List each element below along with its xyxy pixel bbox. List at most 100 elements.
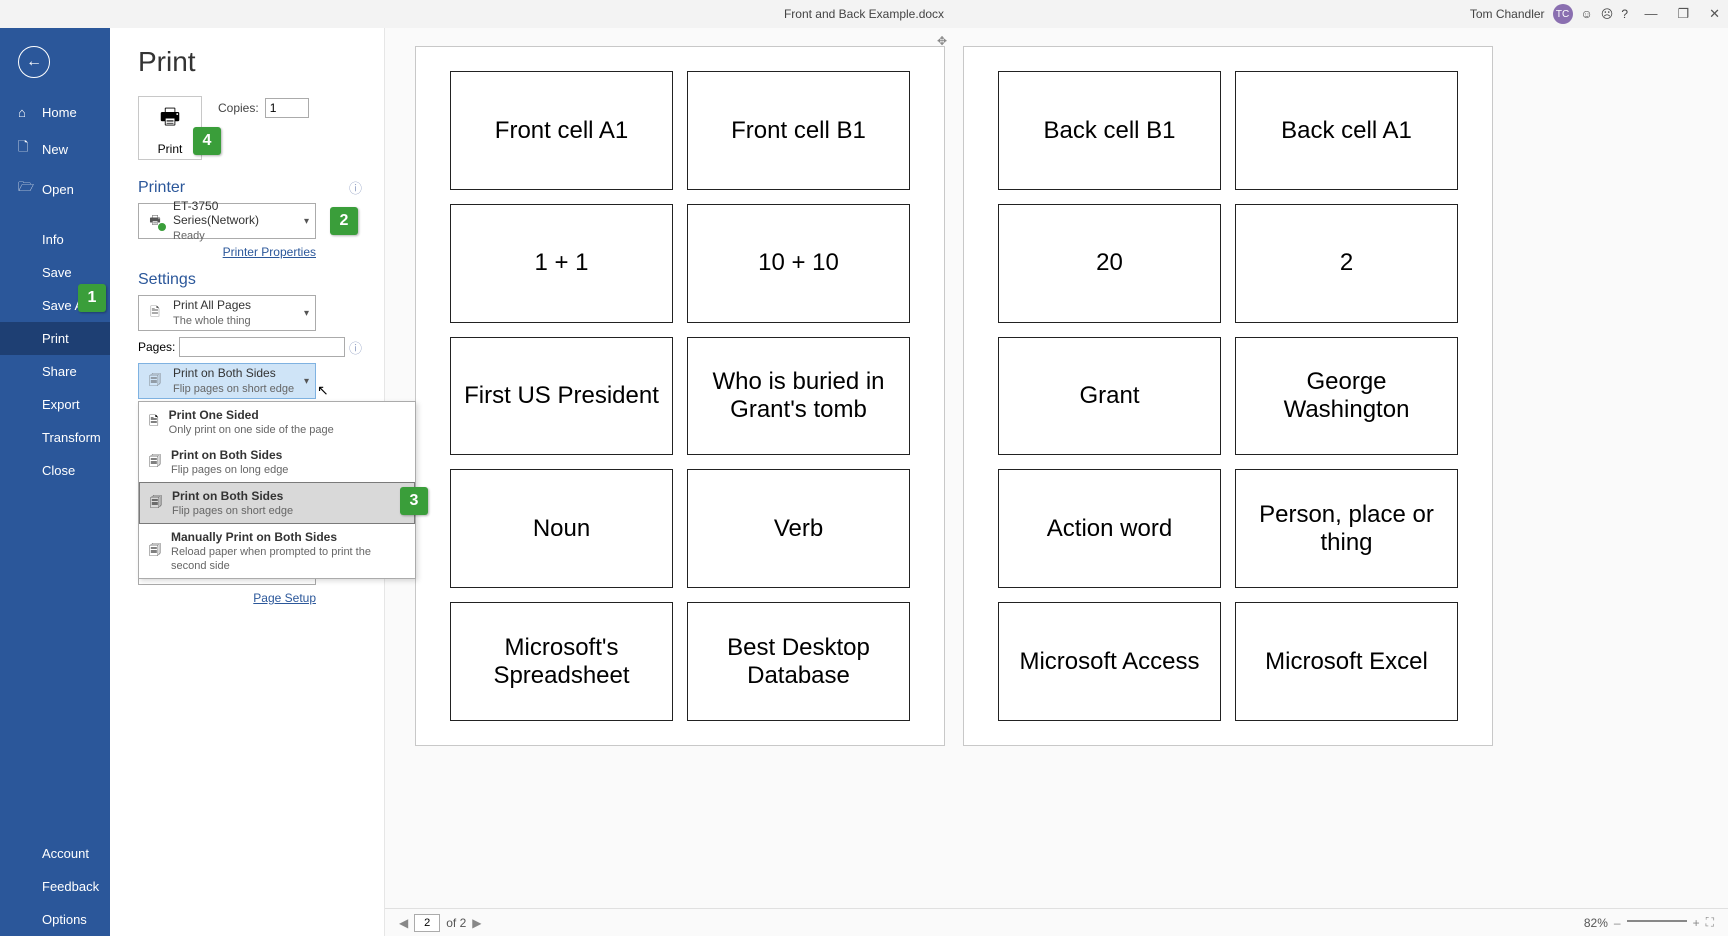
cell: 20 (998, 204, 1221, 323)
print-scope-dropdown[interactable]: 🗎 Print All PagesThe whole thing ▾ (138, 295, 316, 331)
status-bar: ◀ of 2 ▶ 82% – + ⛶ (385, 908, 1728, 936)
cell: Front cell B1 (687, 71, 910, 190)
sidebar-item-close[interactable]: Close (0, 454, 110, 487)
cell: First US President (450, 337, 673, 456)
settings-heading: Settings (138, 271, 362, 289)
avatar[interactable]: TC (1553, 4, 1573, 24)
sidebar-item-print[interactable]: Print (0, 322, 110, 355)
home-icon: ⌂ (18, 105, 34, 120)
cell: Microsoft Access (998, 602, 1221, 721)
sidebar-item-options[interactable]: Options (0, 903, 110, 936)
print-button[interactable]: 🖶 Print 4 (138, 96, 202, 160)
cell: 2 (1235, 204, 1458, 323)
page-total: of 2 (446, 916, 466, 930)
face-icon[interactable]: ☺ (1581, 7, 1593, 21)
printer-heading: Printer ⓘ (138, 178, 362, 197)
title-bar: Front and Back Example.docx Tom Chandler… (0, 0, 1728, 28)
help-icon[interactable]: ? (1621, 7, 1628, 21)
duplex-icon: 🗐 (149, 541, 161, 562)
copies-field: Copies: (218, 98, 309, 118)
cell: Action word (998, 469, 1221, 588)
sidebar-item-open[interactable]: 🗁Open (0, 169, 110, 209)
cell: Noun (450, 469, 673, 588)
option-both-long[interactable]: 🗐 Print on Both SidesFlip pages on long … (139, 442, 415, 482)
cell: Who is buried in Grant's tomb (687, 337, 910, 456)
sidebar-item-account[interactable]: Account (0, 837, 110, 870)
preview-page-2: Back cell B1Back cell A1 202 GrantGeorge… (963, 46, 1493, 746)
cell: Back cell A1 (1235, 71, 1458, 190)
user-name: Tom Chandler (1470, 7, 1545, 21)
document-name: Front and Back Example.docx (784, 7, 944, 21)
duplex-dropdown[interactable]: 🗐 Print on Both SidesFlip pages on short… (138, 363, 316, 399)
sidebar-item-info[interactable]: Info (0, 223, 110, 256)
close-icon[interactable]: ✕ (1709, 6, 1720, 22)
cell: Best Desktop Database (687, 602, 910, 721)
zoom-level: 82% (1584, 916, 1608, 930)
pages-input[interactable] (179, 337, 345, 357)
printer-dropdown[interactable]: 🖶 ET-3750 Series(Network)Ready ▾ (138, 203, 316, 239)
page-title: Print (138, 46, 362, 78)
page-setup-link[interactable]: Page Setup (253, 591, 316, 605)
cursor-icon: ↖ (317, 382, 329, 399)
cell: Verb (687, 469, 910, 588)
preview-page-1: Front cell A1Front cell B1 1 + 110 + 10 … (415, 46, 945, 746)
backstage-sidebar: ← ⌂Home 🗋New 🗁Open Info Save Save As Pri… (0, 28, 110, 936)
option-manual-both[interactable]: 🗐 Manually Print on Both SidesReload pap… (139, 524, 415, 578)
cell: Microsoft's Spreadsheet (450, 602, 673, 721)
sidebar-item-share[interactable]: Share (0, 355, 110, 388)
printer-icon: 🖶 (160, 100, 181, 138)
sidebar-item-home[interactable]: ⌂Home (0, 96, 110, 129)
printer-properties-link[interactable]: Printer Properties (223, 245, 316, 259)
copies-input[interactable] (265, 98, 309, 118)
back-button[interactable]: ← (18, 46, 50, 78)
minimize-icon[interactable]: — (1644, 6, 1657, 22)
print-preview: ✥ Front cell A1Front cell B1 1 + 110 + 1… (385, 28, 1728, 936)
duplex-popup: 🗎 Print One SidedOnly print on one side … (138, 401, 416, 579)
cell: Front cell A1 (450, 71, 673, 190)
prev-page-button[interactable]: ◀ (399, 916, 408, 930)
duplex-icon: 🗐 (145, 371, 165, 391)
pages-field: Pages: ⓘ (138, 337, 362, 357)
open-icon: 🗁 (18, 178, 34, 200)
user-area: Tom Chandler TC ☺ ☹ ? (1470, 4, 1628, 24)
sidebar-item-transform[interactable]: Transform (0, 421, 110, 454)
chevron-down-icon: ▾ (304, 308, 309, 319)
cell: 1 + 1 (450, 204, 673, 323)
sidebar-item-feedback[interactable]: Feedback (0, 870, 110, 903)
cell: George Washington (1235, 337, 1458, 456)
duplex-icon: 🗐 (149, 452, 161, 473)
cell: Person, place or thing (1235, 469, 1458, 588)
cell: 10 + 10 (687, 204, 910, 323)
window-controls: — ❐ ✕ (1644, 6, 1720, 22)
zoom-out-button[interactable]: – (1614, 916, 1621, 930)
printer-status-icon: 🖶 (145, 211, 165, 231)
page-icon: 🗎 (145, 303, 165, 323)
info-icon[interactable]: ⓘ (349, 178, 362, 197)
feedback-icon[interactable]: ☹ (1601, 7, 1614, 21)
zoom-in-button[interactable]: + (1693, 916, 1700, 930)
option-one-sided[interactable]: 🗎 Print One SidedOnly print on one side … (139, 402, 415, 442)
callout-badge-1: 1 (78, 284, 106, 312)
callout-badge-3: 3 (400, 487, 428, 515)
cell: Microsoft Excel (1235, 602, 1458, 721)
chevron-down-icon: ▾ (304, 216, 309, 227)
next-page-button[interactable]: ▶ (472, 916, 481, 930)
cell: Grant (998, 337, 1221, 456)
zoom-slider[interactable] (1627, 920, 1687, 922)
print-panel: Print 🖶 Print 4 Copies: Printer ⓘ 🖶 ET-3… (110, 28, 385, 936)
table-handle-icon[interactable]: ✥ (937, 34, 947, 48)
chevron-down-icon: ▾ (304, 376, 309, 387)
sidebar-item-new[interactable]: 🗋New (0, 129, 110, 169)
info-icon[interactable]: ⓘ (349, 338, 362, 357)
callout-badge-2: 2 (330, 207, 358, 235)
option-both-short[interactable]: 🗐 Print on Both SidesFlip pages on short… (139, 482, 415, 524)
cell: Back cell B1 (998, 71, 1221, 190)
page-icon: 🗎 (149, 412, 159, 433)
restore-icon[interactable]: ❐ (1677, 6, 1689, 22)
fit-page-button[interactable]: ⛶ (1706, 915, 1714, 930)
callout-badge-4: 4 (193, 127, 221, 155)
page-number-input[interactable] (414, 914, 440, 932)
duplex-icon: 🗐 (150, 493, 162, 514)
sidebar-item-export[interactable]: Export (0, 388, 110, 421)
new-icon: 🗋 (18, 138, 34, 160)
